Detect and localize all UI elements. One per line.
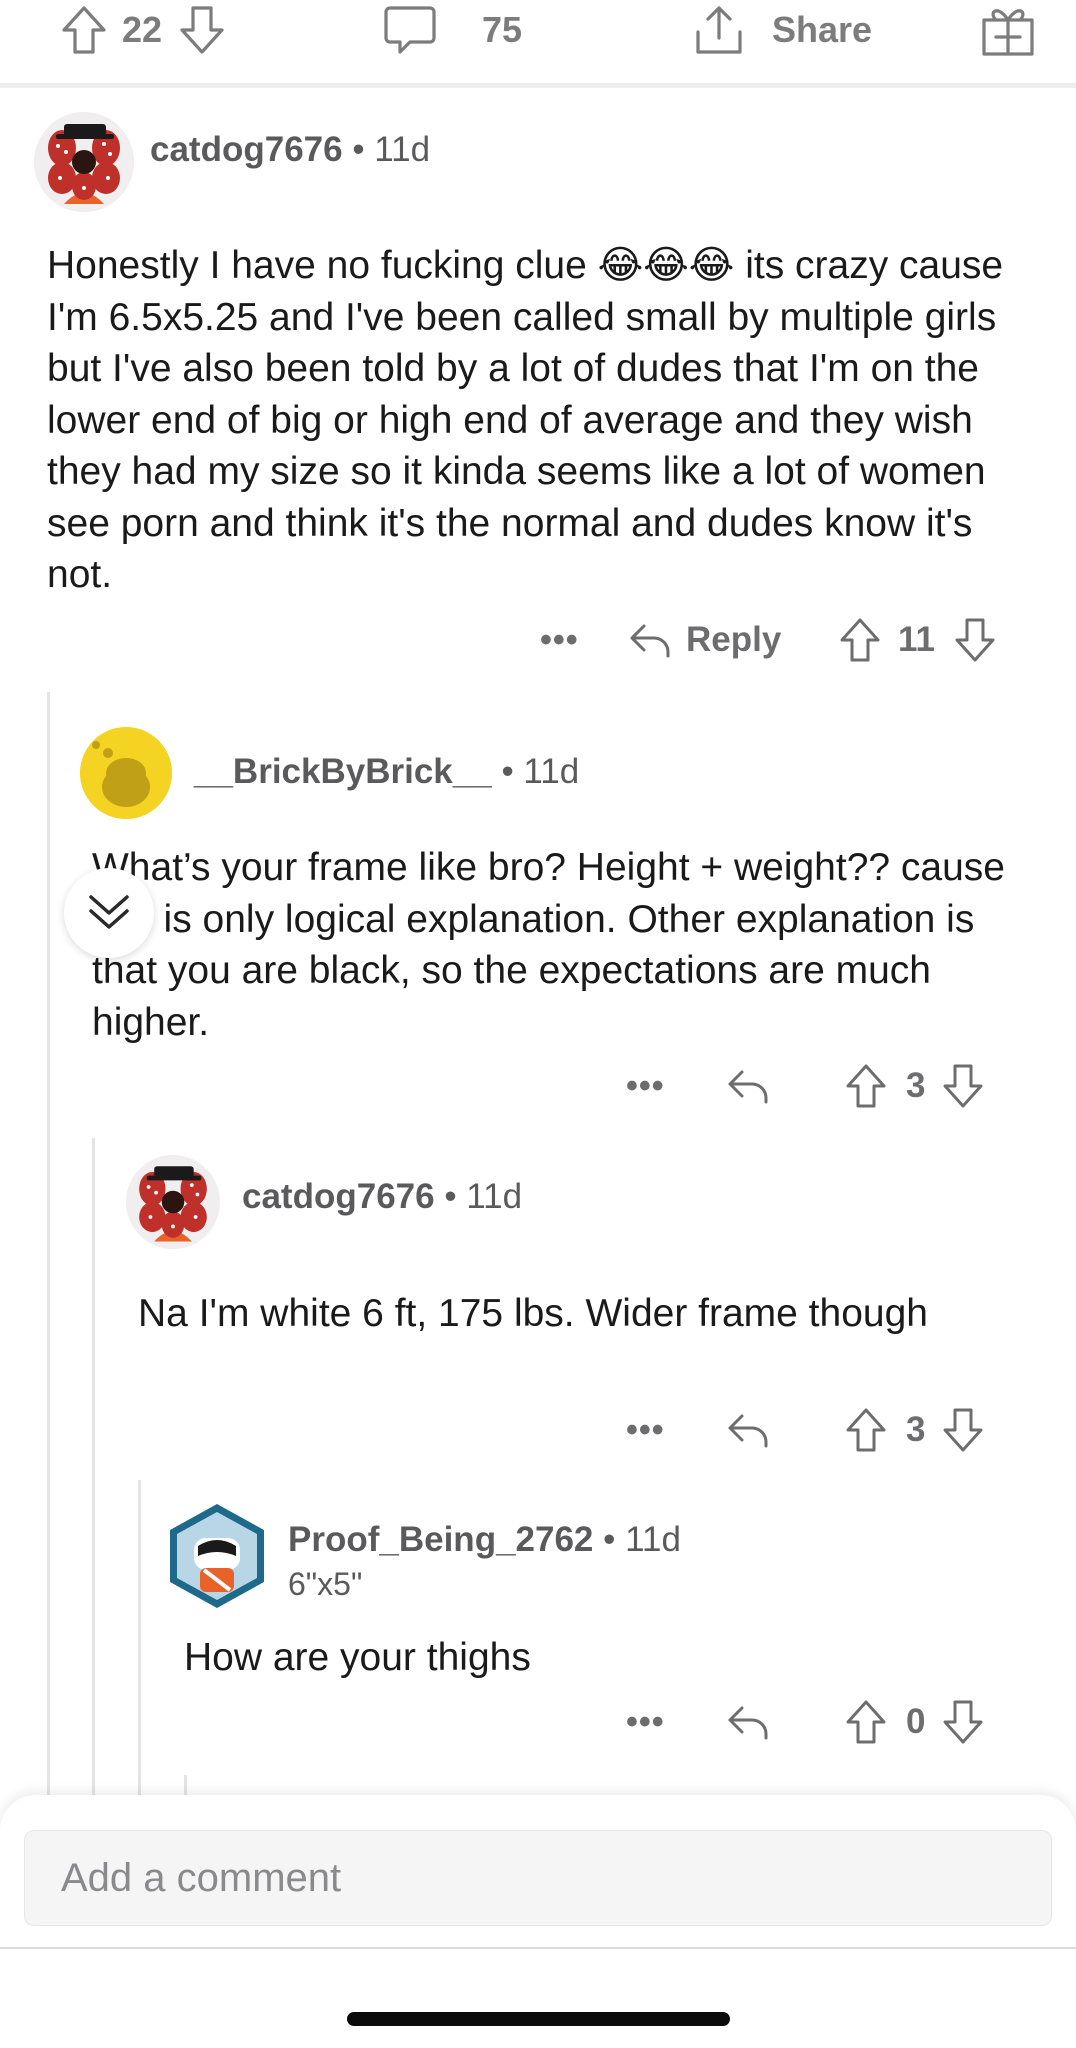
comment-timestamp: • 11d — [434, 1177, 523, 1216]
comments-button[interactable]: 75 — [382, 0, 522, 60]
robot-avatar-icon — [170, 1504, 264, 1608]
comment-score: 0 — [906, 1702, 926, 1741]
post-vote-group: 22 — [58, 0, 228, 60]
share-icon — [696, 6, 742, 54]
gift-icon — [982, 9, 1034, 56]
comment-author[interactable]: __BrickByBrick__ • 11d — [194, 752, 579, 792]
add-comment-input[interactable]: Add a comment — [24, 1830, 1052, 1926]
upvote-icon[interactable] — [844, 1406, 888, 1454]
comment-body: Honestly I have no fucking clue 😂😂😂 its … — [47, 244, 1004, 596]
thread-line-1[interactable] — [47, 692, 50, 1795]
downvote-icon[interactable] — [941, 1698, 985, 1746]
share-label: Share — [772, 9, 873, 50]
reply-button[interactable] — [726, 1400, 770, 1460]
comment-actions: ••• 3 — [0, 1056, 1076, 1116]
demogorgon-avatar-icon — [34, 112, 134, 212]
post-score: 22 — [122, 9, 163, 50]
reply-icon — [630, 624, 670, 658]
snoo-avatar-icon — [80, 727, 172, 819]
comment-body: Na I'm white 6 ft, 175 lbs. Wider frame … — [138, 1292, 928, 1335]
comment-timestamp: • 11d — [491, 752, 580, 791]
avatar[interactable] — [126, 1155, 220, 1249]
reply-icon — [728, 1414, 768, 1448]
share-button[interactable]: Share — [692, 0, 872, 60]
upvote-icon[interactable] — [844, 1062, 888, 1110]
avatar[interactable] — [80, 727, 172, 819]
username[interactable]: __BrickByBrick__ — [194, 752, 492, 791]
comment-timestamp: • 11d — [593, 1520, 681, 1559]
thread-line-4[interactable] — [184, 1775, 187, 1795]
post-action-bar: 22 75 Share — [0, 0, 1076, 88]
reply-icon — [728, 1070, 768, 1104]
double-chevron-down-icon — [89, 895, 129, 929]
downvote-icon[interactable] — [953, 616, 997, 664]
user-flair: 6"x5" — [288, 1566, 363, 1602]
avatar[interactable] — [164, 1500, 270, 1612]
comment-body: What’s your frame like bro? Height + wei… — [92, 846, 1005, 1044]
more-options-button[interactable]: ••• — [626, 1692, 665, 1752]
downvote-icon[interactable] — [941, 1062, 985, 1110]
comment-actions: ••• 3 — [0, 1400, 1076, 1460]
upvote-icon[interactable] — [58, 4, 110, 56]
comment-actions: ••• 0 — [0, 1692, 1076, 1752]
comment-vote-group: 11 — [838, 610, 997, 670]
more-options-button[interactable]: ••• — [626, 1056, 665, 1116]
more-options-button[interactable]: ••• — [626, 1400, 665, 1460]
downvote-icon[interactable] — [176, 4, 228, 56]
reply-button[interactable] — [726, 1692, 770, 1752]
comment-timestamp: • 11d — [342, 130, 431, 169]
upvote-icon[interactable] — [838, 616, 882, 664]
reply-button[interactable] — [726, 1056, 770, 1116]
reply-button[interactable]: Reply — [628, 610, 781, 670]
more-options-button[interactable]: ••• — [540, 610, 579, 670]
collapse-thread-button[interactable] — [64, 868, 154, 958]
reply-label: Reply — [686, 620, 782, 659]
divider — [0, 1947, 1076, 1949]
comment-score: 3 — [906, 1410, 926, 1449]
avatar[interactable] — [34, 112, 134, 212]
comment-body: How are your thighs — [184, 1636, 531, 1679]
comment-vote-group: 0 — [844, 1692, 985, 1752]
comment-vote-group: 3 — [844, 1056, 985, 1116]
reply-icon — [728, 1706, 768, 1740]
comment-score: 11 — [898, 620, 935, 659]
award-button[interactable] — [980, 0, 1036, 60]
comment-author[interactable]: catdog7676 • 11d — [242, 1177, 522, 1217]
comment-author[interactable]: Proof_Being_2762 • 11d — [288, 1520, 681, 1560]
comment-author[interactable]: catdog7676 • 11d — [150, 130, 430, 170]
comment-vote-group: 3 — [844, 1400, 985, 1460]
username[interactable]: Proof_Being_2762 — [288, 1520, 593, 1559]
username[interactable]: catdog7676 — [242, 1177, 435, 1216]
username[interactable]: catdog7676 — [150, 130, 343, 169]
demogorgon-avatar-icon — [126, 1155, 220, 1249]
comment-bubble-icon — [384, 6, 436, 54]
upvote-icon[interactable] — [844, 1698, 888, 1746]
home-indicator[interactable] — [347, 2012, 730, 2026]
comment-actions: ••• Reply 11 — [0, 610, 1076, 670]
comment-score: 3 — [906, 1066, 926, 1105]
comment-count: 75 — [482, 9, 523, 50]
downvote-icon[interactable] — [941, 1406, 985, 1454]
comment-composer: Add a comment — [0, 1795, 1076, 2048]
